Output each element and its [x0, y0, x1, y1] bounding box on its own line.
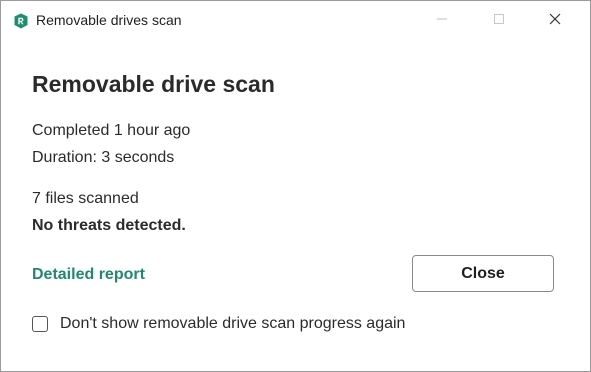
maximize-icon: [493, 12, 505, 30]
minimize-icon: [436, 12, 448, 30]
title-bar[interactable]: Removable drives scan: [1, 1, 590, 41]
detailed-report-link[interactable]: Detailed report: [32, 266, 145, 284]
threat-status-text: No threats detected.: [32, 217, 186, 234]
window-title: Removable drives scan: [36, 12, 182, 28]
minimize-button[interactable]: [419, 1, 465, 41]
scan-duration-text: Duration: 3 seconds: [32, 149, 175, 166]
dialog-window: Removable drives scan Removable drive sc…: [0, 0, 591, 372]
dont-show-again-checkbox[interactable]: [32, 316, 48, 332]
dont-show-again-option[interactable]: Don't show removable drive scan progress…: [32, 314, 405, 334]
kaspersky-shield-icon: [13, 13, 29, 29]
window-close-button[interactable]: [532, 1, 578, 41]
close-icon: [549, 12, 561, 30]
completed-time-text: Completed 1 hour ago: [32, 122, 191, 139]
maximize-button[interactable]: [476, 1, 522, 41]
dont-show-again-label: Don't show removable drive scan progress…: [60, 315, 406, 332]
files-scanned-text: 7 files scanned: [32, 190, 139, 207]
page-title: Removable drive scan: [32, 71, 275, 97]
close-button[interactable]: Close: [412, 255, 554, 292]
